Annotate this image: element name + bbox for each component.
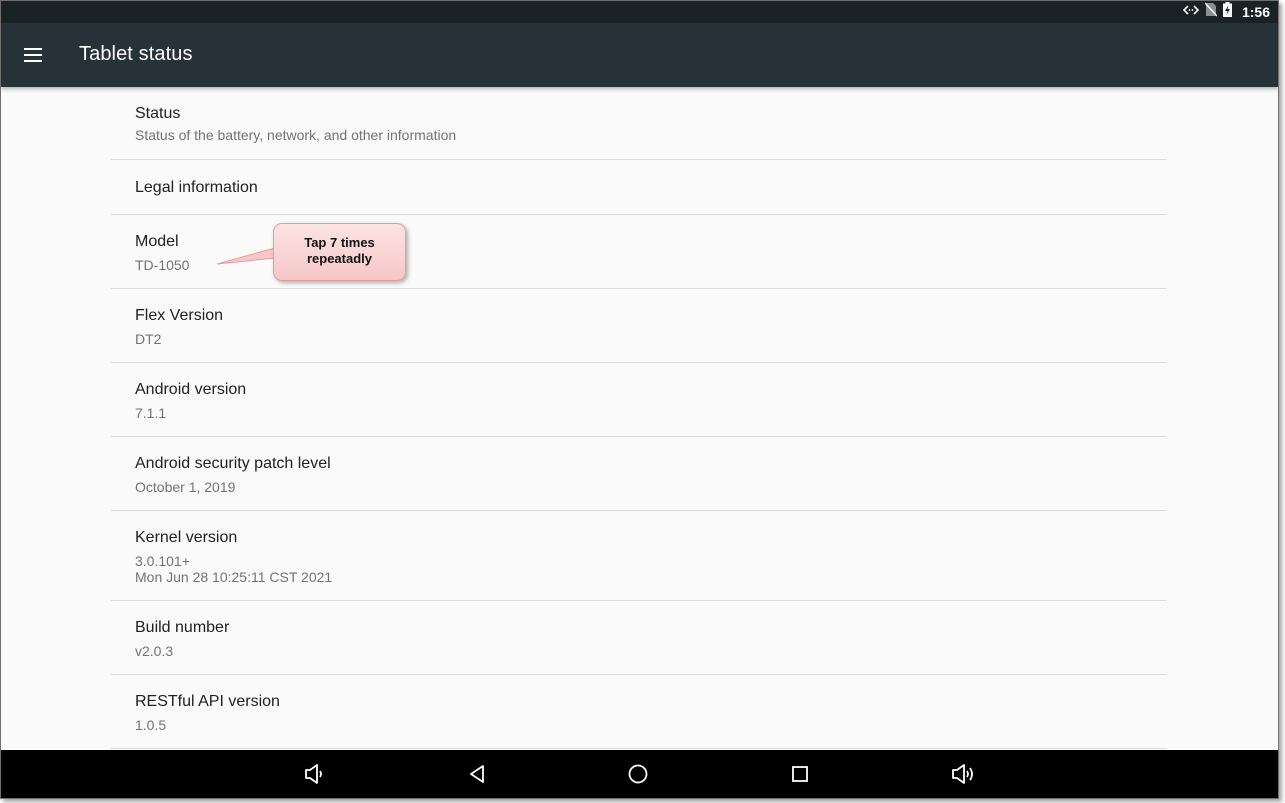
volume-down-button[interactable] (300, 762, 328, 786)
settings-item-kernel-version[interactable]: Kernel version 3.0.101+ Mon Jun 28 10:25… (111, 511, 1166, 601)
app-bar: Tablet status (1, 23, 1278, 87)
settings-list: Status Status of the battery, network, a… (111, 87, 1166, 749)
clock-time: 1:56 (1241, 4, 1270, 20)
item-summary: 7.1.1 (135, 405, 167, 421)
item-summary: October 1, 2019 (135, 479, 236, 495)
settings-item-build-number[interactable]: Build number v2.0.3 (111, 601, 1166, 675)
home-button[interactable] (624, 762, 652, 786)
data-transfer-icon (1182, 3, 1200, 21)
annotation-callout: Tap 7 times repeatadly (273, 223, 406, 281)
item-title: RESTful API version (135, 693, 280, 710)
item-summary: 3.0.101+ (135, 553, 190, 569)
back-button[interactable] (463, 762, 491, 786)
item-summary: v2.0.3 (135, 643, 174, 659)
back-icon[interactable] (467, 764, 487, 784)
item-title: Legal information (135, 179, 258, 196)
settings-content: Status Status of the battery, network, a… (1, 87, 1278, 750)
callout-pointer (217, 247, 276, 265)
home-icon[interactable] (627, 763, 649, 785)
item-title: Kernel version (135, 529, 238, 546)
page-title: Tablet status (79, 43, 193, 65)
item-summary: DT2 (135, 331, 162, 347)
menu-button[interactable] (17, 39, 49, 71)
settings-item-status[interactable]: Status Status of the battery, network, a… (111, 87, 1166, 160)
item-title: Status (135, 105, 181, 122)
settings-item-legal-information[interactable]: Legal information (111, 160, 1166, 215)
item-summary: Status of the battery, network, and othe… (135, 127, 457, 143)
settings-item-android-version[interactable]: Android version 7.1.1 (111, 363, 1166, 437)
item-title: Flex Version (135, 307, 224, 324)
hamburger-menu-icon[interactable] (24, 48, 42, 62)
no-sim-icon (1204, 2, 1218, 22)
item-summary-line2: Mon Jun 28 10:25:11 CST 2021 (135, 569, 333, 585)
callout-text: Tap 7 times repeatadly (304, 235, 375, 266)
item-summary: TD-1050 (135, 257, 190, 273)
item-title: Android version (135, 381, 247, 398)
item-title: Android security patch level (135, 455, 331, 472)
recents-button[interactable] (786, 762, 814, 786)
battery-charging-icon (1222, 2, 1232, 22)
settings-item-flex-version[interactable]: Flex Version DT2 (111, 289, 1166, 363)
volume-up-icon[interactable] (950, 763, 976, 785)
item-title: Model (135, 233, 179, 250)
tablet-screen: 1:56 Tablet status Status Status of the … (0, 0, 1279, 799)
settings-item-security-patch-level[interactable]: Android security patch level October 1, … (111, 437, 1166, 511)
navigation-bar (1, 750, 1278, 798)
status-icons: 1:56 (1182, 1, 1270, 23)
item-summary: 1.0.5 (135, 717, 167, 733)
recents-icon[interactable] (790, 764, 810, 784)
settings-item-restful-api-version[interactable]: RESTful API version 1.0.5 (111, 675, 1166, 749)
item-title: Build number (135, 619, 230, 636)
volume-down-icon[interactable] (302, 763, 326, 785)
volume-up-button[interactable] (949, 762, 977, 786)
status-bar: 1:56 (1, 1, 1278, 23)
